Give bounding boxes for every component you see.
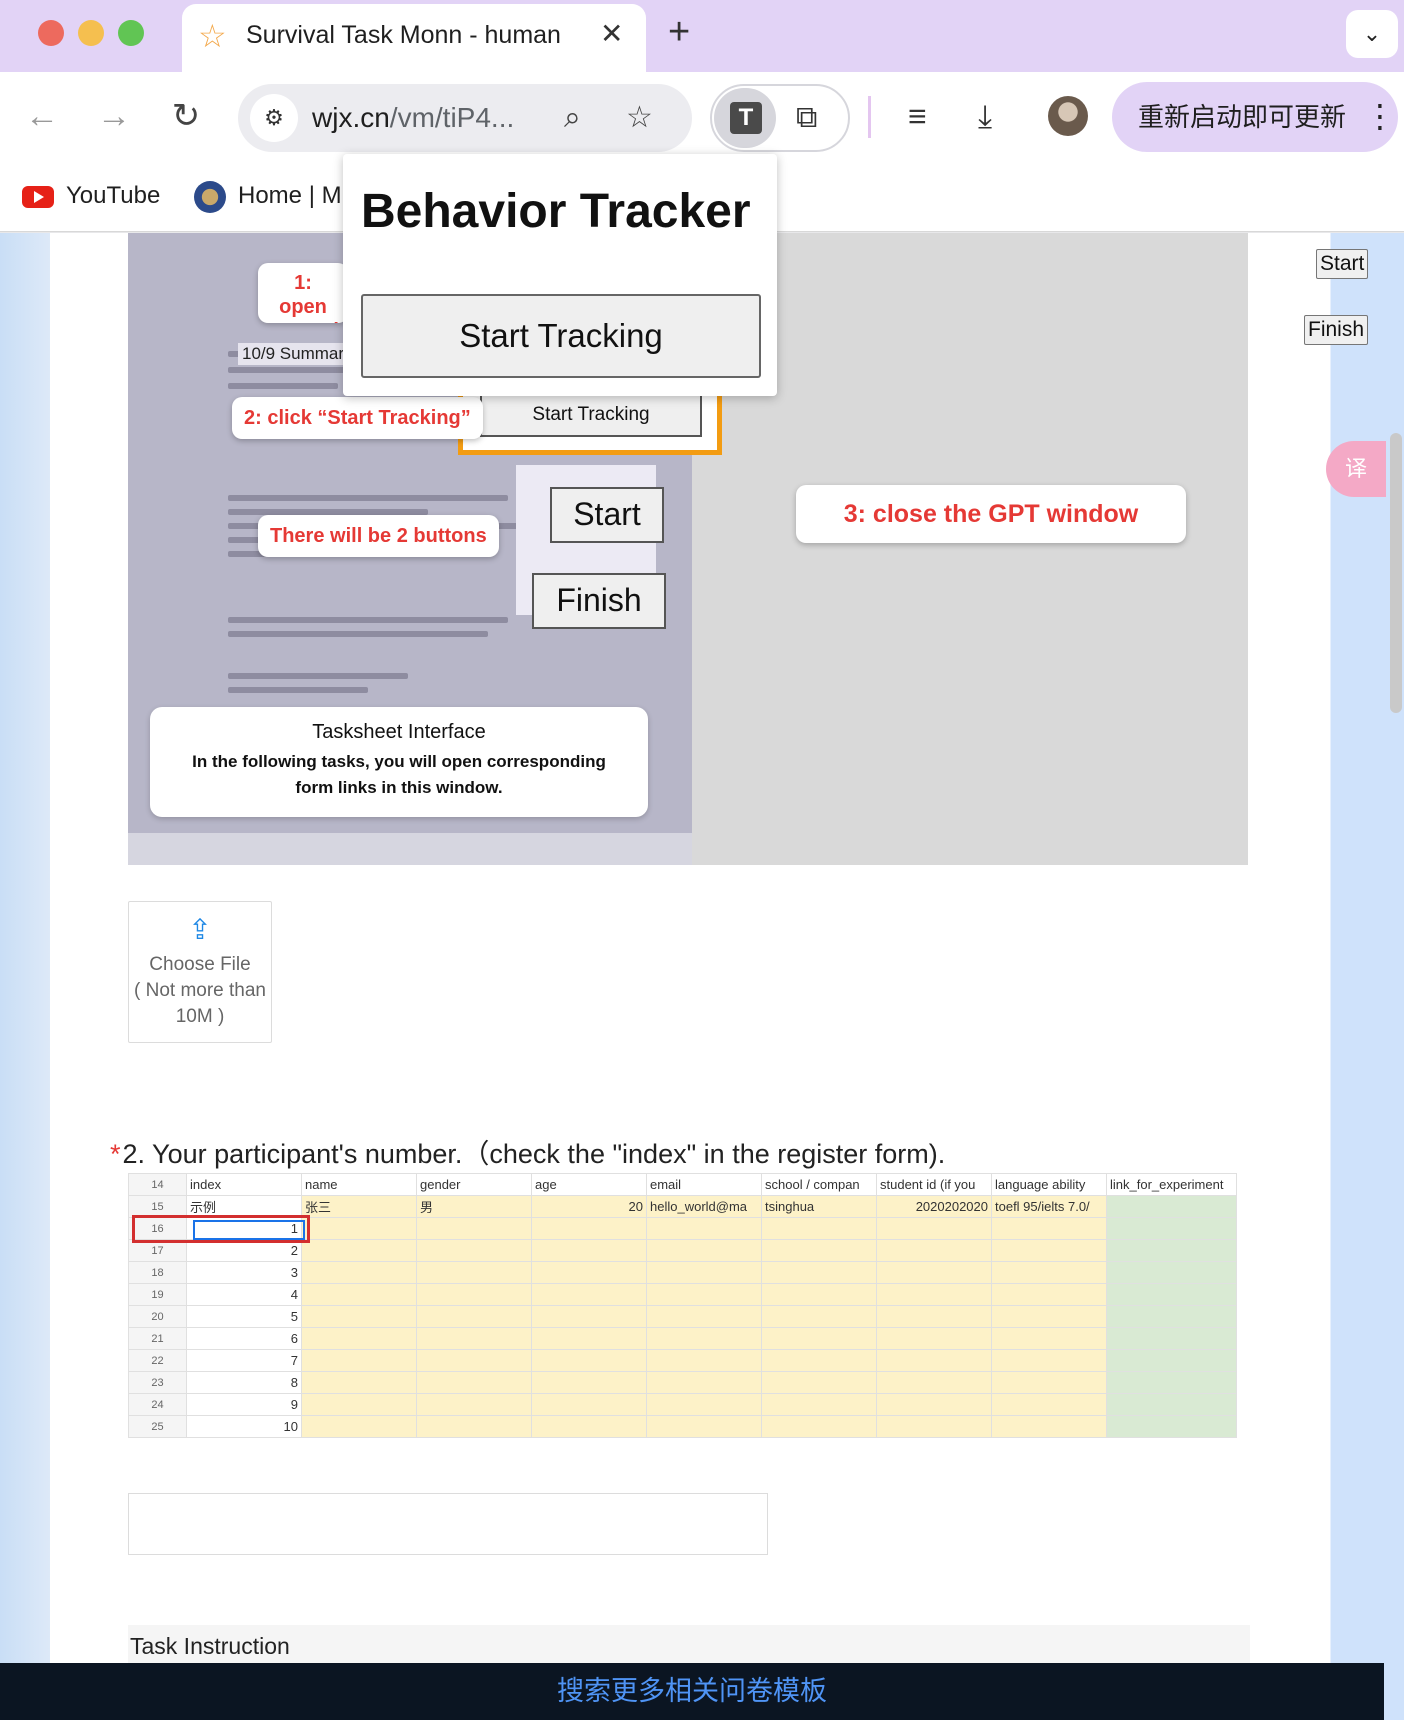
site-settings-icon[interactable]: ⚙ [250,94,298,142]
page-viewport: 10/9 Summar 10/9 Summar 1: open extensio… [0,233,1404,1720]
extensions-group: T ⧉ [710,84,850,152]
tutorial-finish-button: Finish [532,573,666,629]
close-tab-icon[interactable]: ✕ [600,16,623,52]
popup-title: Behavior Tracker [361,185,751,238]
update-label: 重新启动即可更新 [1138,102,1347,132]
tutorial-start-tracking-button: Start Tracking [480,393,702,437]
extensions-puzzle-icon[interactable]: ⧉ [796,100,817,136]
step1-callout: 1: open extension [258,263,348,323]
more-menu-icon[interactable]: ⋮ [1364,96,1396,136]
step2-callout: 2: click “Start Tracking” [232,397,483,439]
upload-file-button[interactable]: ⇪ Choose File ( Not more than 10M ) [128,901,272,1043]
page-scrollbar[interactable] [1390,433,1402,713]
participant-number-input[interactable] [128,1493,768,1555]
tab-strip: ☆ Survival Task Monn - human a ✕ + ⌄ [0,0,1404,72]
reload-icon[interactable]: ↻ [162,92,210,140]
start-tracking-button[interactable]: Start Tracking [361,294,761,378]
register-sheet: 14 index name gender age email school / … [128,1173,1237,1438]
chevron-down-icon[interactable]: ⌄ [1346,10,1398,58]
start-button[interactable]: Start [1316,249,1369,279]
highlighted-cell [132,1215,310,1243]
question-2-title: *2. Your participant's number.（check the… [110,1139,946,1169]
task-instruction-heading: Task Instruction [128,1625,1250,1667]
media-queue-icon[interactable]: ≡ [908,90,927,142]
tutorial-taskbar [128,833,692,865]
buttons-note-callout: There will be 2 buttons [258,515,499,557]
upload-icon: ⇪ [188,914,212,945]
tutorial-start-button: Start [550,487,664,543]
table-row: 20 5 [128,1305,1237,1328]
browser-toolbar: ← → ↻ ⚙ wjx.cn/vm/tiP4... ⌕ ☆ T ⧉ ≡ ⤓ 重新… [0,72,1404,164]
zoom-icon[interactable]: ⌕ [564,100,581,136]
tab-title: Survival Task Monn - human a [246,21,568,49]
new-tab-icon[interactable]: + [668,10,690,54]
download-icon[interactable]: ⤓ [978,90,992,142]
bookmark-home[interactable]: Home | M [194,178,342,214]
register-form-image: 14 index name gender age email school / … [128,1173,1250,1469]
tutorial-doc-title: 10/9 Summar [238,343,349,365]
close-window-button[interactable] [38,20,64,46]
table-row: 18 3 [128,1261,1237,1284]
seal-icon [194,180,226,213]
translate-icon[interactable]: 译 [1326,441,1386,497]
template-search-banner[interactable]: 搜索更多相关问卷模板 [0,1663,1384,1720]
toolbar-divider [868,96,871,138]
update-button[interactable]: 重新启动即可更新 ⋮ [1112,82,1398,152]
tasksheet-body: In the following tasks, you will open co… [192,752,606,797]
minimize-window-button[interactable] [78,20,104,46]
tasksheet-title: Tasksheet Interface [312,721,486,743]
required-star: * [110,1139,121,1169]
step3-callout: 3: close the GPT window [796,485,1186,543]
table-row: 21 6 [128,1327,1237,1350]
upload-label: Choose File [149,954,251,975]
bookmark-star-icon[interactable]: ☆ [626,100,653,136]
tasksheet-callout: Tasksheet Interface In the following tas… [150,707,648,817]
behavior-tracker-popup: Behavior Tracker Start Tracking [343,154,777,396]
table-row: 22 7 [128,1349,1237,1372]
bookmark-youtube[interactable]: YouTube [22,178,160,214]
profile-avatar[interactable] [1048,96,1088,136]
table-row: 25 10 [128,1415,1237,1438]
finish-button[interactable]: Finish [1304,315,1369,345]
behavior-tracker-extension-icon[interactable]: T [714,88,776,148]
star-favicon-icon: ☆ [198,18,227,54]
maximize-window-button[interactable] [118,20,144,46]
back-icon[interactable]: ← [18,92,66,140]
table-row: 23 8 [128,1371,1237,1394]
youtube-icon [22,185,54,208]
template-search-link[interactable]: 搜索更多相关问卷模板 [557,1676,827,1706]
url-text: wjx.cn/vm/tiP4... [312,102,515,133]
address-bar[interactable]: ⚙ wjx.cn/vm/tiP4... ⌕ ☆ [238,84,692,152]
table-row: 19 4 [128,1283,1237,1306]
forward-icon[interactable]: → [90,92,138,140]
active-tab[interactable]: ☆ Survival Task Monn - human a ✕ [182,4,646,72]
upload-limit: ( Not more than 10M ) [134,980,266,1027]
table-row: 24 9 [128,1393,1237,1416]
